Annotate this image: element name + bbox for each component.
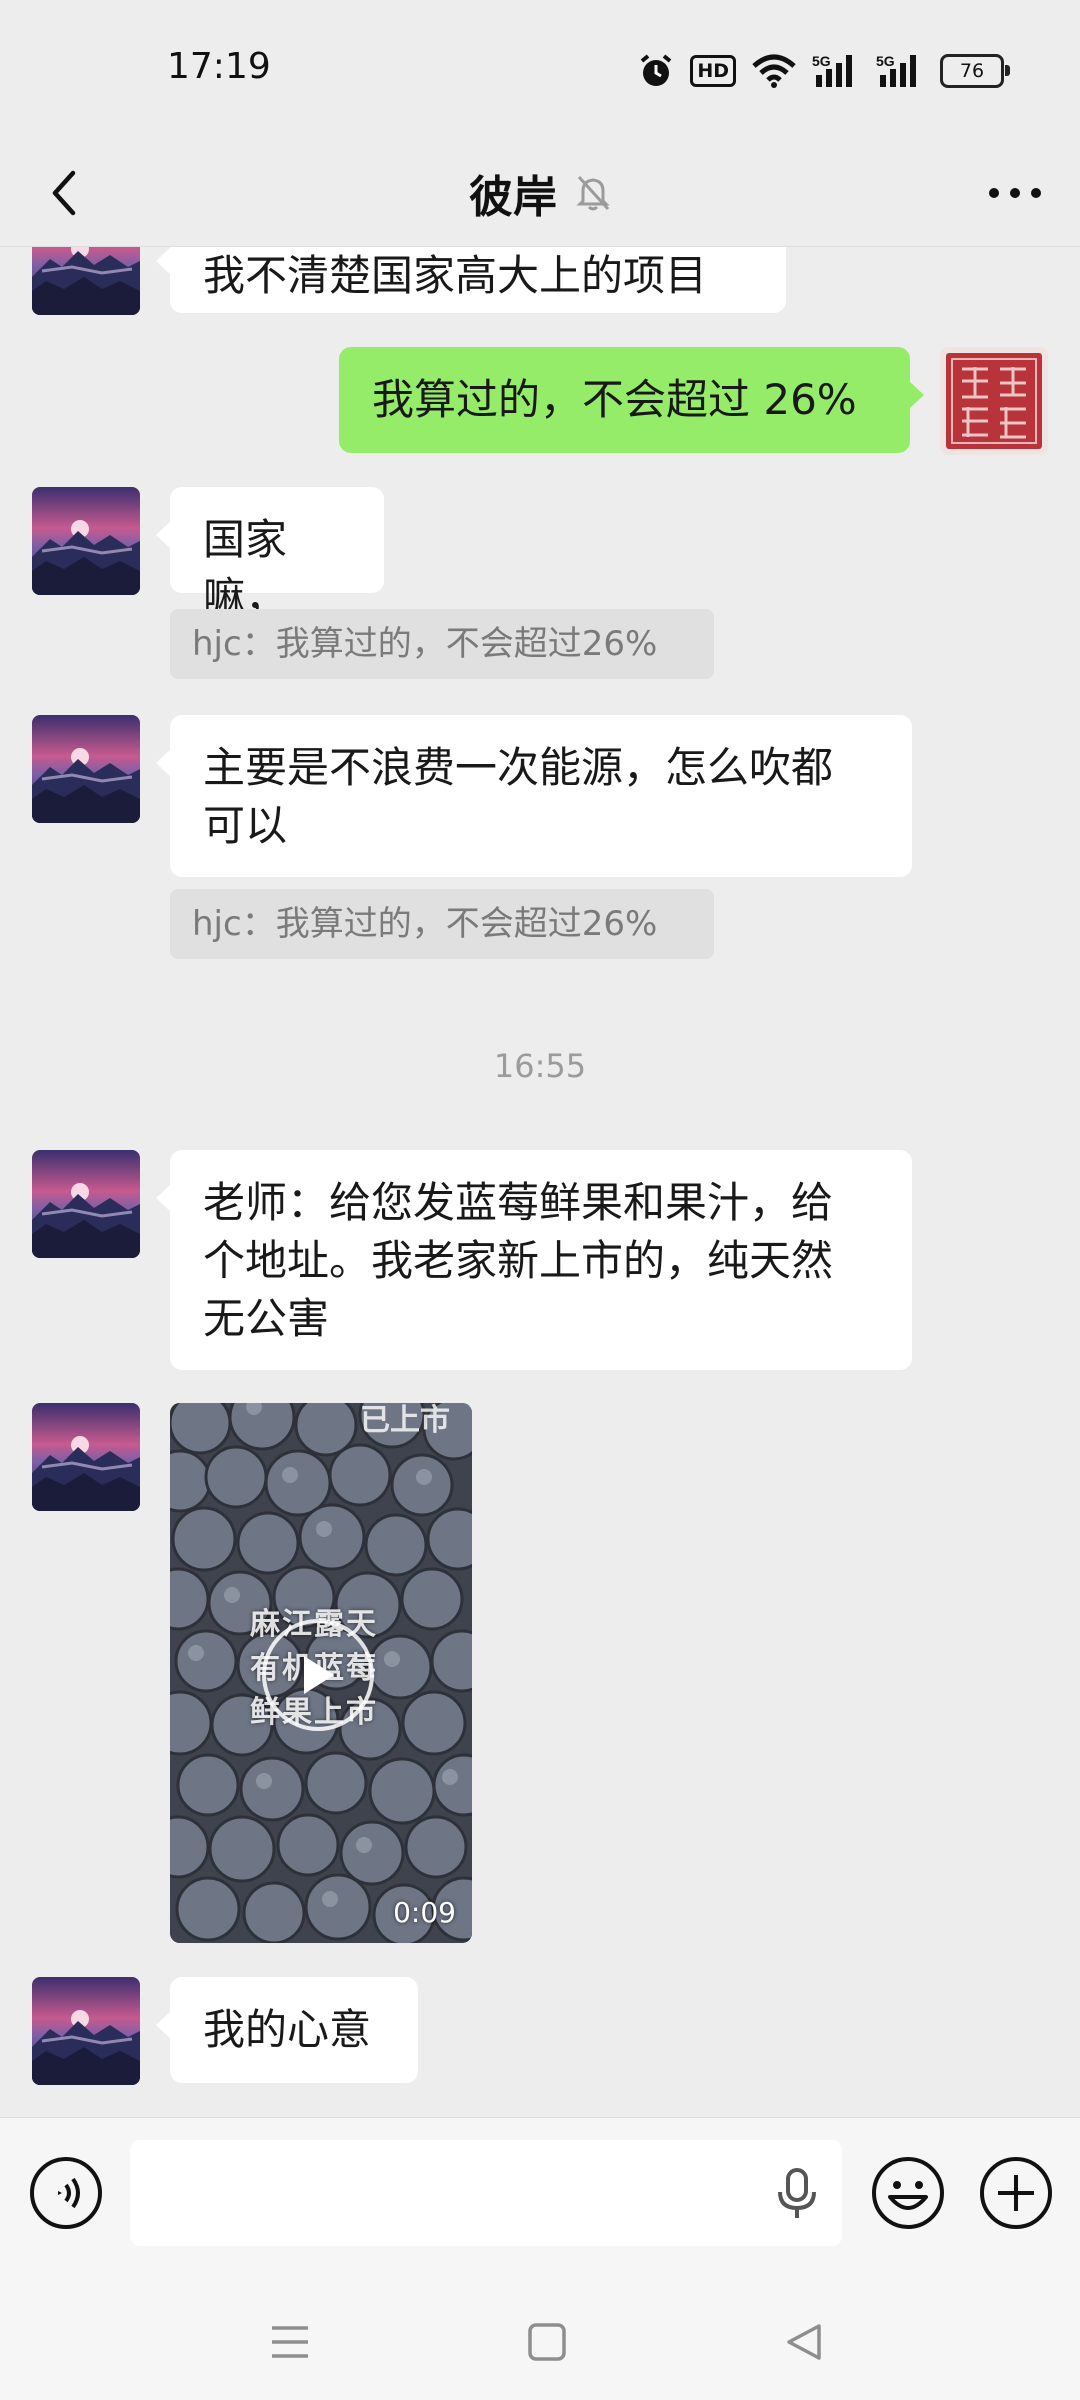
emoji-button[interactable]	[868, 2153, 948, 2233]
plus-circle-icon	[980, 2157, 1052, 2229]
message-bubble[interactable]: 国家嘛，	[156, 487, 384, 622]
play-icon	[304, 1656, 334, 1694]
ellipsis-icon	[989, 188, 1041, 198]
message-text: 我不清楚国家高大上的项目	[203, 251, 708, 300]
message-bubble[interactable]: 老师：给您发蓝莓鲜果和果汁，给 个地址。我老家新上市的，纯天然 无公害	[156, 1150, 912, 1370]
signal-sim2-icon: 5G	[876, 53, 924, 89]
quoted-reply[interactable]: hjc：我算过的，不会超过26%	[170, 889, 714, 959]
video-message[interactable]: 已上市 麻江露天 有机蓝莓 鲜果上市 0:09	[170, 1403, 472, 1943]
message-text: 国家嘛，	[203, 515, 288, 622]
home-square-icon[interactable]	[522, 2317, 572, 2367]
status-icons: HD 5G 5G 76	[638, 48, 1010, 94]
message-text-line: 个地址。我老家新上市的，纯天然	[203, 1236, 834, 1285]
add-button[interactable]	[976, 2153, 1056, 2233]
video-duration: 0:09	[393, 1896, 456, 1929]
back-triangle-icon[interactable]	[779, 2317, 829, 2367]
message-bubble-sent[interactable]: 我算过的，不会超过 26%	[339, 347, 924, 453]
wifi-icon	[752, 54, 796, 88]
hd-voice-badge: HD	[690, 55, 736, 87]
contact-avatar[interactable]	[32, 247, 140, 315]
svg-text:5G: 5G	[876, 53, 895, 69]
quoted-reply[interactable]: hjc：我算过的，不会超过26%	[170, 609, 714, 679]
more-button[interactable]	[980, 158, 1050, 228]
svg-text:5G: 5G	[812, 53, 831, 69]
message-bubble[interactable]: 我的心意	[156, 1977, 418, 2083]
user-avatar[interactable]	[940, 347, 1048, 455]
message-input[interactable]	[130, 2140, 842, 2246]
play-button[interactable]	[262, 1619, 374, 1731]
message-bubble[interactable]: 我不清楚国家高大上的项目	[156, 247, 786, 313]
microphone-icon[interactable]	[776, 2168, 818, 2224]
chat-header: 彼岸	[0, 140, 1080, 247]
message-text-line: 无公害	[203, 1294, 330, 1343]
message-bubble[interactable]: 主要是不浪费一次能源，怎么吹都 可以	[156, 715, 912, 877]
message-text-line: 老师：给您发蓝莓鲜果和果汁，给	[203, 1178, 834, 1227]
smiley-icon	[872, 2157, 944, 2229]
status-time: 17:19	[167, 46, 271, 87]
contact-avatar[interactable]	[32, 1403, 140, 1511]
message-text-line: 可以	[203, 801, 288, 850]
message-list[interactable]: 我不清楚国家高大上的项目 我算过的，不会超过 26% 国家嘛， hjc：我算过的…	[0, 247, 1080, 2117]
voice-wave-icon	[30, 2157, 102, 2229]
contact-avatar[interactable]	[32, 487, 140, 595]
message-text-line: 主要是不浪费一次能源，怎么吹都	[203, 743, 834, 792]
system-navigation-bar	[0, 2277, 1080, 2400]
chat-timestamp: 16:55	[493, 1047, 587, 1085]
video-caption-top: 已上市	[360, 1403, 450, 1438]
contact-avatar[interactable]	[32, 715, 140, 823]
status-bar: 17:19 HD 5G 5G 76	[0, 0, 1080, 140]
contact-avatar[interactable]	[32, 1150, 140, 1258]
battery-icon: 76	[940, 54, 1010, 88]
message-text: 我的心意	[203, 2005, 372, 2054]
alarm-icon	[638, 53, 674, 89]
message-text: 我算过的，不会超过 26%	[372, 375, 857, 424]
contact-avatar[interactable]	[32, 1977, 140, 2085]
chat-title[interactable]: 彼岸	[469, 161, 557, 225]
bell-off-icon	[575, 173, 611, 213]
signal-sim1-icon: 5G	[812, 53, 860, 89]
menu-icon[interactable]	[265, 2317, 315, 2367]
input-bar	[0, 2117, 1080, 2278]
voice-mode-button[interactable]	[26, 2153, 106, 2233]
